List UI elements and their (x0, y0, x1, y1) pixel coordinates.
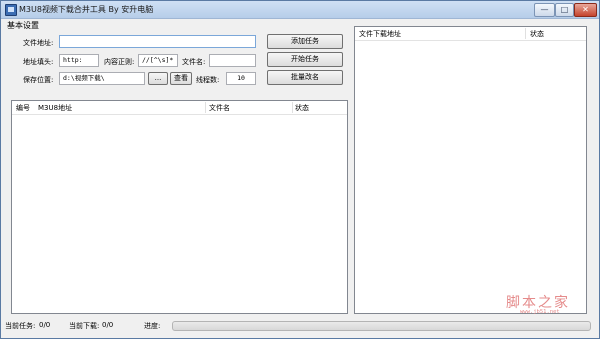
minimize-button[interactable]: — (534, 3, 555, 17)
download-list-header: 文件下载地址 状态 (355, 27, 586, 41)
file-name-label: 文件名: (182, 58, 206, 66)
threads-input[interactable]: 10 (226, 72, 256, 85)
window-title: M3U8视频下载合并工具 By 安升电脑 (19, 5, 154, 14)
address-prefix-input[interactable]: http: (59, 54, 99, 67)
column-divider[interactable] (205, 102, 206, 113)
column-header-download-url[interactable]: 文件下载地址 (359, 29, 401, 39)
column-divider[interactable] (525, 28, 526, 39)
progress-bar (172, 321, 591, 331)
address-prefix-label: 地址填头: (23, 58, 54, 66)
file-address-input[interactable] (59, 35, 256, 48)
current-task-value: 0/0 (39, 321, 51, 329)
app-window: M3U8视频下载合并工具 By 安升电脑 — □ ✕ 基本设置 文件地址: 地址… (0, 0, 600, 339)
add-task-button[interactable]: 添加任务 (267, 34, 343, 49)
progress-label: 进度: (144, 322, 161, 330)
close-button[interactable]: ✕ (574, 3, 597, 17)
regex-label: 内容正则: (104, 58, 135, 66)
task-list[interactable]: 编号 M3U8地址 文件名 状态 (11, 100, 348, 314)
current-task-label: 当前任务: (5, 322, 36, 330)
column-header-m3u8-url[interactable]: M3U8地址 (38, 103, 72, 113)
watermark-url: www.jb51.net (520, 309, 560, 315)
title-bar[interactable]: M3U8视频下载合并工具 By 安升电脑 — □ ✕ (1, 1, 599, 19)
column-divider[interactable] (292, 102, 293, 113)
threads-label: 线程数: (196, 76, 220, 84)
task-list-header: 编号 M3U8地址 文件名 状态 (12, 101, 347, 115)
maximize-button[interactable]: □ (555, 3, 574, 17)
regex-input[interactable]: //[^\s]* (138, 54, 178, 67)
column-header-file-name[interactable]: 文件名 (209, 103, 230, 113)
start-task-button[interactable]: 开始任务 (267, 52, 343, 67)
column-header-download-status[interactable]: 状态 (530, 29, 544, 39)
file-name-input[interactable] (209, 54, 256, 67)
batch-rename-button[interactable]: 批量改名 (267, 70, 343, 85)
column-header-id[interactable]: 编号 (16, 103, 30, 113)
view-folder-button[interactable]: 查看 (170, 72, 192, 85)
browse-button[interactable]: ... (148, 72, 168, 85)
watermark-logo: 脚本之家 www.jb51.net (506, 292, 596, 318)
save-location-label: 保存位置: (23, 76, 54, 84)
current-download-label: 当前下载: (69, 322, 100, 330)
download-list[interactable]: 文件下载地址 状态 (354, 26, 587, 314)
current-download-value: 0/0 (102, 321, 114, 329)
settings-group-title: 基本设置 (7, 21, 39, 30)
file-address-label: 文件地址: (23, 39, 54, 47)
column-header-status[interactable]: 状态 (295, 103, 309, 113)
app-icon (5, 4, 17, 16)
status-bar: 当前任务: 0/0 当前下载: 0/0 进度: (1, 318, 599, 338)
save-location-input[interactable]: d:\视频下载\ (59, 72, 145, 85)
